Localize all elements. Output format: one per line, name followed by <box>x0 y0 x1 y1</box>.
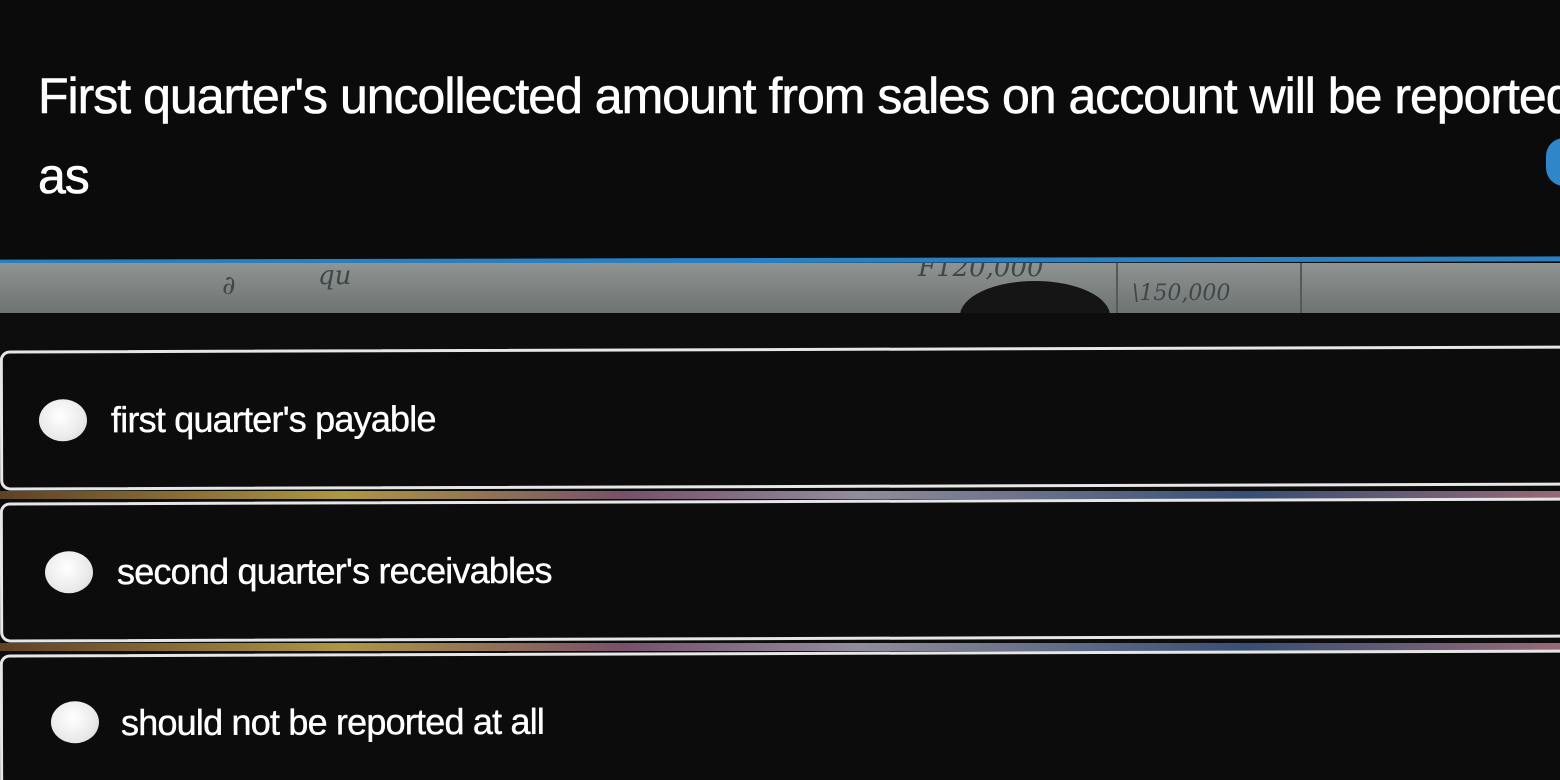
background-paper-strip: ∂ qu F120,000 \150,000 <box>0 263 1560 313</box>
radio-button[interactable] <box>50 701 100 744</box>
paper-scribble-left: ∂ <box>222 271 236 301</box>
background-shadow <box>960 281 1110 313</box>
question-panel: First quarter's uncollected amount from … <box>0 0 1560 262</box>
paper-scribble-right: \150,000 <box>1132 281 1231 306</box>
paper-column-line <box>1300 263 1302 313</box>
answer-option-label: should not be reported at all <box>120 700 545 744</box>
paper-column-line <box>1116 263 1118 313</box>
screen: First quarter's uncollected amount from … <box>0 0 1560 780</box>
answer-option-1[interactable]: first quarter's payable <box>0 345 1560 491</box>
answer-option-label: second quarter's receivables <box>116 549 552 593</box>
answer-option-2[interactable]: second quarter's receivables <box>0 497 1560 643</box>
radio-button[interactable] <box>38 399 88 442</box>
paper-scribble-mid: qu <box>318 263 352 291</box>
answer-option-label: first quarter's payable <box>110 398 436 441</box>
radio-button[interactable] <box>44 551 94 594</box>
paper-scribble-amount: F120,000 <box>918 263 1044 283</box>
question-text: First quarter's uncollected amount from … <box>38 68 1560 205</box>
spacer <box>0 313 1560 345</box>
answer-option-3[interactable]: should not be reported at all <box>0 649 1560 780</box>
